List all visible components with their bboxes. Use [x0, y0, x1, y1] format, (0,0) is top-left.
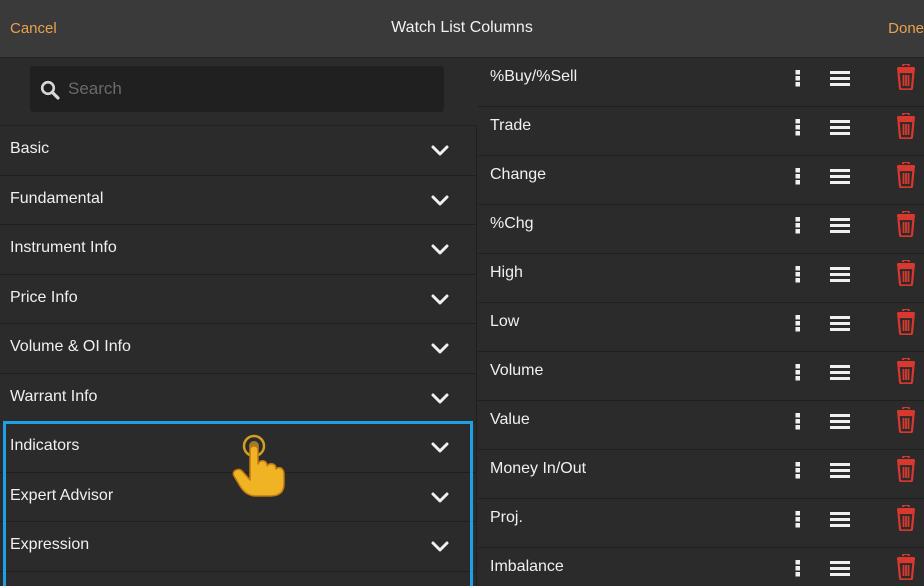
search-box[interactable]	[30, 66, 444, 112]
drag-handle-icon[interactable]	[829, 460, 851, 480]
column-row: Low	[478, 303, 924, 352]
column-row: Money In/Out	[478, 450, 924, 499]
kebab-icon[interactable]	[794, 558, 802, 578]
trash-icon[interactable]	[896, 309, 916, 335]
trash-icon[interactable]	[896, 407, 916, 433]
column-label: Imbalance	[490, 558, 564, 575]
trash-icon[interactable]	[896, 358, 916, 384]
column-row: Trade	[478, 107, 924, 156]
category-label: Indicators	[10, 437, 80, 454]
category-row[interactable]: Instrument Info	[0, 225, 477, 275]
category-label: Warrant Info	[10, 387, 98, 405]
kebab-icon[interactable]	[794, 460, 802, 480]
column-label: Proj.	[490, 509, 523, 526]
chevron-down-icon	[431, 492, 449, 502]
drag-handle-icon[interactable]	[829, 264, 851, 284]
chevron-down-icon	[431, 343, 449, 354]
kebab-icon[interactable]	[794, 117, 802, 137]
column-row: Volume	[478, 352, 924, 401]
kebab-icon[interactable]	[794, 215, 802, 235]
search-bar	[0, 58, 477, 126]
done-button[interactable]: Done	[888, 20, 924, 37]
search-input[interactable]	[68, 74, 428, 104]
drag-handle-icon[interactable]	[829, 509, 851, 529]
category-row[interactable]: Fundamental	[0, 176, 477, 225]
kebab-icon[interactable]	[794, 166, 802, 186]
trash-icon[interactable]	[896, 554, 916, 580]
drag-handle-icon[interactable]	[829, 558, 851, 578]
column-row: Imbalance	[478, 548, 924, 586]
category-row[interactable]: Basic	[0, 126, 477, 176]
category-list: Basic Fundamental Instrument Info Price Inf…	[0, 126, 477, 572]
search-icon	[40, 80, 60, 100]
column-row: High	[478, 254, 924, 303]
chevron-down-icon	[431, 195, 449, 205]
page-title: Watch List Columns	[391, 19, 533, 36]
column-row: Change	[478, 156, 924, 205]
chevron-down-icon	[431, 294, 449, 304]
drag-handle-icon[interactable]	[829, 362, 851, 382]
chevron-down-icon	[431, 541, 449, 552]
trash-icon[interactable]	[896, 211, 916, 237]
trash-icon[interactable]	[896, 260, 916, 286]
column-label: Change	[490, 166, 547, 183]
category-label: Basic	[10, 140, 50, 157]
kebab-icon[interactable]	[794, 411, 802, 431]
trash-icon[interactable]	[896, 505, 916, 531]
trash-icon[interactable]	[896, 162, 916, 188]
kebab-icon[interactable]	[794, 509, 802, 529]
kebab-icon[interactable]	[794, 313, 802, 333]
category-label: Expert Advisor	[10, 486, 114, 504]
chevron-down-icon	[431, 145, 449, 156]
column-label: High	[490, 264, 523, 281]
pointer-hand-icon	[232, 434, 285, 497]
column-label: %Buy/%Sell	[490, 68, 578, 85]
selected-columns-list: %Buy/%Sell Trade Change %Chg High Low Volume Va…	[478, 58, 924, 586]
category-row[interactable]: Price Info	[0, 275, 477, 324]
trash-icon[interactable]	[896, 456, 916, 482]
trash-icon[interactable]	[896, 113, 916, 139]
category-row[interactable]: Expression	[0, 522, 477, 572]
category-row[interactable]: Volume & OI Info	[0, 324, 477, 374]
chevron-down-icon	[431, 244, 449, 255]
column-label: Volume	[490, 362, 544, 379]
column-row: Value	[478, 401, 924, 450]
kebab-icon[interactable]	[794, 362, 802, 382]
drag-handle-icon[interactable]	[829, 166, 851, 186]
column-label: Value	[490, 411, 530, 428]
column-label: %Chg	[490, 215, 534, 232]
category-row[interactable]: Warrant Info	[0, 374, 477, 423]
column-label: Trade	[490, 117, 532, 134]
drag-handle-icon[interactable]	[829, 68, 851, 88]
column-row: %Chg	[478, 205, 924, 254]
drag-handle-icon[interactable]	[829, 215, 851, 235]
column-categories-panel: Basic Fundamental Instrument Info Price Inf…	[0, 58, 477, 586]
column-row: %Buy/%Sell	[478, 58, 924, 107]
kebab-icon[interactable]	[794, 264, 802, 284]
column-label: Low	[490, 313, 520, 330]
drag-handle-icon[interactable]	[829, 313, 851, 333]
chevron-down-icon	[431, 393, 449, 403]
category-label: Fundamental	[10, 189, 104, 207]
category-label: Price Info	[10, 288, 78, 306]
column-row: Proj.	[478, 499, 924, 548]
drag-handle-icon[interactable]	[829, 411, 851, 431]
category-label: Instrument Info	[10, 239, 117, 256]
column-label: Money In/Out	[490, 460, 587, 477]
kebab-icon[interactable]	[794, 68, 802, 88]
drag-handle-icon[interactable]	[829, 117, 851, 137]
trash-icon[interactable]	[896, 64, 916, 90]
category-label: Expression	[10, 536, 90, 553]
chevron-down-icon	[431, 442, 449, 453]
top-bar: Cancel Watch List Columns Done	[0, 0, 924, 58]
category-label: Volume & OI Info	[10, 338, 131, 355]
